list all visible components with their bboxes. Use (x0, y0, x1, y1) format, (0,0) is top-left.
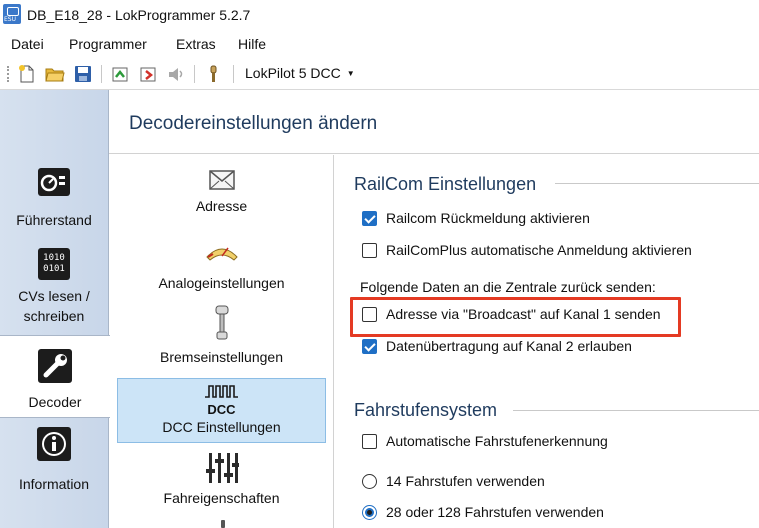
wrench-tool-icon (38, 349, 72, 383)
open-folder-icon[interactable] (45, 64, 65, 84)
railcomplus-checkbox[interactable] (362, 242, 377, 258)
channel2-option[interactable]: Datenübertragung auf Kanal 2 erlauben (362, 338, 632, 354)
chevron-down-icon: ▼ (346, 69, 355, 78)
option-label: RailComPlus automatische Anmeldung aktiv… (386, 242, 692, 258)
nav-item-information[interactable]: Information (0, 426, 108, 498)
speedstep-14-radio[interactable] (362, 473, 377, 489)
play-sound-icon[interactable] (166, 64, 186, 84)
left-navigation: Führerstand 1010 0101 CVs lesen / schrei… (0, 90, 110, 528)
info-icon (37, 427, 71, 461)
fahrstufen-group-title: Fahrstufensystem (354, 400, 506, 421)
category-analog[interactable]: Analogeinstellungen (117, 241, 326, 299)
speedstep-28-128-option[interactable]: 28 oder 128 Fahrstufen verwenden (362, 504, 604, 520)
binary-data-icon: 1010 0101 (38, 248, 70, 280)
dcc-icon-text: DCC (207, 402, 236, 417)
option-label: Railcom Rückmeldung aktivieren (386, 210, 590, 226)
page-header: Decodereinstellungen ändern (109, 90, 759, 154)
category-bremsen[interactable]: Bremseinstellungen (117, 305, 326, 367)
nav-label: CVs lesen / schreiben (18, 288, 90, 324)
title-bar: DB_E18_28 - LokProgrammer 5.2.7 (0, 0, 759, 31)
category-label: Bremseinstellungen (160, 349, 283, 365)
save-icon[interactable] (73, 64, 93, 84)
speedstep-14-option[interactable]: 14 Fahrstufen verwenden (362, 473, 545, 489)
decoder-type-value: LokPilot 5 DCC (245, 65, 341, 81)
category-label: Fahreigenschaften (163, 490, 280, 506)
option-label: 28 oder 128 Fahrstufen verwenden (386, 504, 604, 520)
dcc-settings-panel: RailCom Einstellungen Railcom Rückmeldun… (335, 155, 759, 528)
channel2-checkbox[interactable] (362, 338, 377, 354)
sliders-icon (205, 453, 239, 483)
toolbar-separator (101, 65, 102, 83)
settings-category-list: Adresse Analogeinstellungen Bremseinstel… (109, 155, 334, 528)
group-divider (513, 410, 759, 411)
menu-programmer[interactable]: Programmer (69, 36, 147, 52)
option-label: Datenübertragung auf Kanal 2 erlauben (386, 338, 632, 354)
cab-control-icon (38, 168, 70, 196)
nav-item-decoder[interactable]: Decoder (0, 335, 110, 418)
toolbar-grip[interactable] (7, 66, 9, 82)
auto-speedstep-checkbox[interactable] (362, 433, 377, 449)
envelope-icon (208, 170, 235, 190)
window-title: DB_E18_28 - LokProgrammer 5.2.7 (27, 7, 251, 23)
write-decoder-icon[interactable] (138, 64, 158, 84)
brake-icon (215, 305, 228, 340)
svg-text:0101: 0101 (43, 264, 65, 274)
read-decoder-icon[interactable] (110, 64, 130, 84)
nav-item-cvs[interactable]: 1010 0101 CVs lesen / schreiben (0, 246, 108, 336)
option-label: Automatische Fahrstufenerkennung (386, 433, 608, 449)
send-data-heading: Folgende Daten an die Zentrale zurück se… (360, 279, 656, 295)
toolbar-separator (233, 65, 234, 83)
railcom-group-title: RailCom Einstellungen (354, 174, 545, 195)
group-divider (555, 183, 759, 184)
gauge-icon (205, 247, 238, 261)
nav-item-fuehrerstand[interactable]: Führerstand (0, 164, 108, 236)
highlight-annotation (350, 297, 681, 337)
option-label: 14 Fahrstufen verwenden (386, 473, 545, 489)
toolbar-separator (194, 65, 195, 83)
railcom-feedback-checkbox[interactable] (362, 210, 377, 226)
page-title: Decodereinstellungen ändern (129, 113, 378, 134)
railcom-feedback-option[interactable]: Railcom Rückmeldung aktivieren (362, 210, 590, 226)
app-logo-icon (3, 4, 21, 24)
category-fahreigenschaften[interactable]: Fahreigenschaften (117, 451, 326, 509)
toolbar: LokPilot 5 DCC ▼ (0, 58, 759, 90)
category-label: Analogeinstellungen (158, 275, 285, 291)
next-category-icon (221, 520, 225, 528)
svg-text:1010: 1010 (43, 253, 65, 263)
new-file-icon[interactable] (17, 64, 37, 84)
menu-extras[interactable]: Extras (176, 36, 216, 52)
category-label: DCC Einstellungen (162, 419, 281, 435)
auto-speedstep-option[interactable]: Automatische Fahrstufenerkennung (362, 433, 608, 449)
dcc-signal-icon (204, 385, 238, 398)
nav-label: Decoder (28, 394, 82, 410)
nav-label: Führerstand (16, 212, 92, 228)
nav-label: Information (18, 476, 90, 492)
category-label: Adresse (195, 198, 248, 214)
wrench-icon[interactable] (203, 64, 223, 84)
category-adresse[interactable]: Adresse (117, 169, 326, 227)
speedstep-28-128-radio[interactable] (362, 504, 377, 520)
menu-datei[interactable]: Datei (11, 36, 44, 52)
railcomplus-option[interactable]: RailComPlus automatische Anmeldung aktiv… (362, 242, 692, 258)
category-dcc[interactable]: DCC DCC Einstellungen (117, 378, 326, 443)
decoder-type-select[interactable]: LokPilot 5 DCC ▼ (245, 65, 355, 81)
menu-hilfe[interactable]: Hilfe (238, 36, 266, 52)
menu-bar: Datei Programmer Extras Hilfe (0, 31, 759, 58)
